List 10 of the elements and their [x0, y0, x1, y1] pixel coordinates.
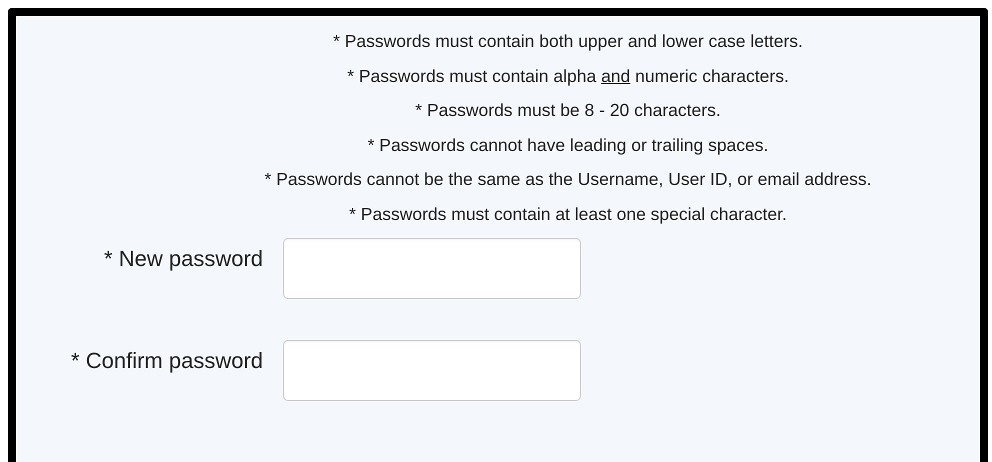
password-rule: * Passwords cannot have leading or trailing spaces.	[368, 134, 768, 156]
password-rule: * Passwords must contain both upper and lower case letters.	[333, 30, 803, 52]
password-rule: * Passwords must contain alpha and numeric characters.	[347, 64, 789, 87]
field-label: * New password	[104, 245, 263, 272]
field-label: * Confirm password	[71, 347, 263, 374]
password-rule: * Passwords cannot be the same as the Username, User ID, or email address.	[264, 168, 872, 190]
password-field[interactable]	[283, 238, 581, 299]
password-rule: * Passwords must be 8 - 20 characters.	[415, 99, 721, 122]
password-rule: * Passwords must contain at least one special character.	[349, 202, 787, 225]
password-field[interactable]	[283, 340, 581, 401]
